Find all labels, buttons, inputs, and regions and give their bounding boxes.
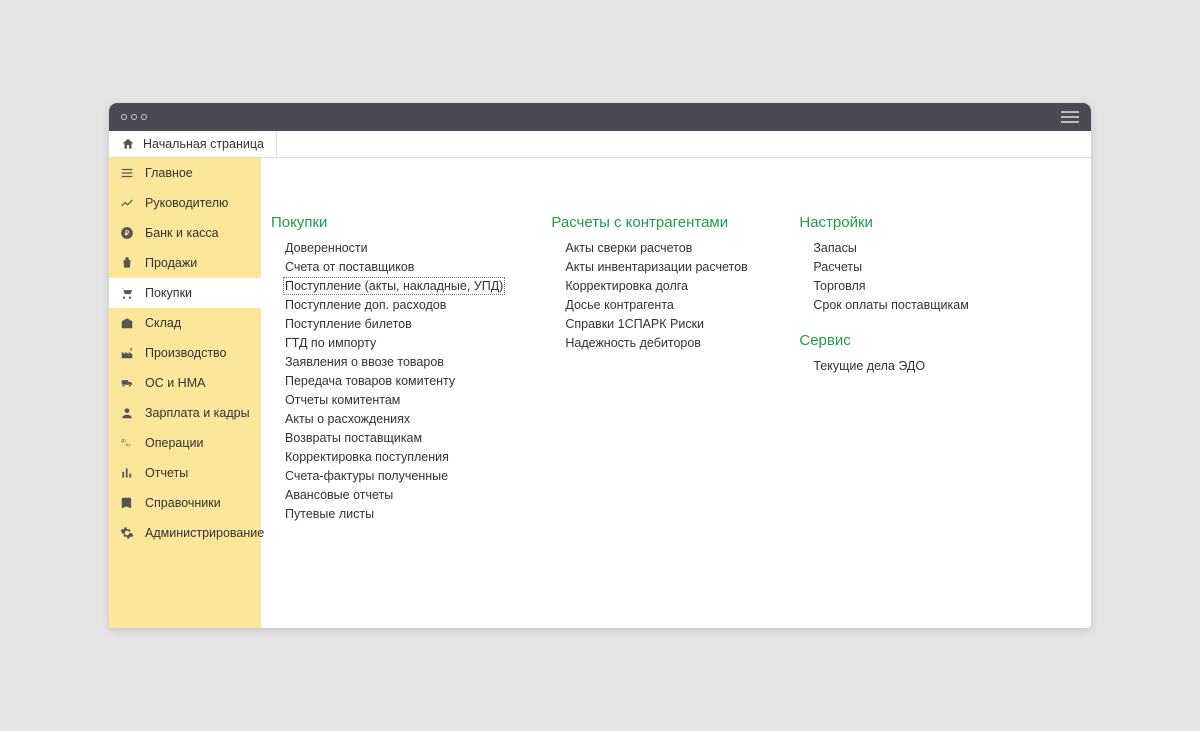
link-item[interactable]: Акты о расхождениях: [285, 412, 503, 426]
home-icon: [121, 137, 135, 151]
link-item[interactable]: Досье контрагента: [565, 298, 751, 312]
link-list: Доверенности Счета от поставщиков Поступ…: [271, 241, 503, 521]
section-settlements: Расчеты с контрагентами Акты сверки расч…: [551, 214, 751, 350]
link-item[interactable]: Запасы: [813, 241, 999, 255]
window-dot-icon: [131, 114, 137, 120]
link-item[interactable]: Счета от поставщиков: [285, 260, 503, 274]
sidebar-item-reports[interactable]: Отчеты: [109, 458, 261, 488]
link-item[interactable]: Передача товаров комитенту: [285, 374, 503, 388]
column-purchases: Покупки Доверенности Счета от поставщико…: [271, 214, 503, 521]
link-item[interactable]: Возвраты поставщикам: [285, 431, 503, 445]
app-window: Начальная страница Главное Руководителю …: [109, 103, 1091, 628]
sidebar-item-manager[interactable]: Руководителю: [109, 188, 261, 218]
link-list: Акты сверки расчетов Акты инвентаризации…: [551, 241, 751, 350]
tab-label: Начальная страница: [143, 137, 264, 151]
book-icon: [119, 495, 135, 511]
sidebar-item-label: Склад: [145, 316, 181, 331]
sidebar-item-label: ОС и НМА: [145, 376, 205, 391]
tabbar: Начальная страница: [109, 131, 1091, 158]
link-item[interactable]: Поступление билетов: [285, 317, 503, 331]
svg-text:Кт: Кт: [126, 443, 132, 448]
sidebar-item-warehouse[interactable]: Склад: [109, 308, 261, 338]
sidebar-item-label: Покупки: [145, 286, 192, 301]
window-dot-icon: [121, 114, 127, 120]
link-item[interactable]: Акты сверки расчетов: [565, 241, 751, 255]
sidebar-item-operations[interactable]: ДтКт Операции: [109, 428, 261, 458]
window-controls[interactable]: [121, 114, 147, 120]
factory-icon: [119, 345, 135, 361]
sidebar-item-label: Продажи: [145, 256, 197, 271]
sidebar-item-main[interactable]: Главное: [109, 158, 261, 188]
sidebar-item-sales[interactable]: Продажи: [109, 248, 261, 278]
link-item[interactable]: Отчеты комитентам: [285, 393, 503, 407]
section-purchases: Покупки Доверенности Счета от поставщико…: [271, 214, 503, 521]
section-title: Сервис: [799, 332, 999, 349]
sidebar-item-directories[interactable]: Справочники: [109, 488, 261, 518]
column-settlements: Расчеты с контрагентами Акты сверки расч…: [551, 214, 751, 350]
link-item[interactable]: Корректировка долга: [565, 279, 751, 293]
cart-icon: [119, 285, 135, 301]
sidebar-item-label: Операции: [145, 436, 203, 451]
sidebar-item-label: Руководителю: [145, 196, 228, 211]
link-item[interactable]: ГТД по импорту: [285, 336, 503, 350]
section-title: Покупки: [271, 214, 503, 231]
link-item[interactable]: Доверенности: [285, 241, 503, 255]
link-item[interactable]: Авансовые отчеты: [285, 488, 503, 502]
menu-button[interactable]: [1061, 111, 1079, 123]
bag-icon: [119, 255, 135, 271]
link-list: Запасы Расчеты Торговля Срок оплаты пост…: [799, 241, 999, 312]
gear-icon: [119, 525, 135, 541]
content: Покупки Доверенности Счета от поставщико…: [261, 158, 1091, 628]
trend-icon: [119, 195, 135, 211]
link-item[interactable]: Счета-фактуры полученные: [285, 469, 503, 483]
sidebar: Главное Руководителю ₽ Банк и касса Прод…: [109, 158, 261, 628]
sidebar-item-label: Администрирование: [145, 526, 264, 541]
sidebar-item-purchases[interactable]: Покупки: [109, 278, 261, 308]
link-item[interactable]: Справки 1СПАРК Риски: [565, 317, 751, 331]
section-title: Расчеты с контрагентами: [551, 214, 751, 231]
link-item[interactable]: Акты инвентаризации расчетов: [565, 260, 751, 274]
link-item-receipts[interactable]: Поступление (акты, накладные, УПД): [285, 279, 503, 293]
link-item[interactable]: Путевые листы: [285, 507, 503, 521]
truck-icon: [119, 375, 135, 391]
sidebar-item-label: Банк и касса: [145, 226, 219, 241]
link-item[interactable]: Корректировка поступления: [285, 450, 503, 464]
column-right: Настройки Запасы Расчеты Торговля Срок о…: [799, 214, 999, 373]
window-dot-icon: [141, 114, 147, 120]
link-item[interactable]: Заявления о ввозе товаров: [285, 355, 503, 369]
link-item[interactable]: Текущие дела ЭДО: [813, 359, 999, 373]
sidebar-item-assets[interactable]: ОС и НМА: [109, 368, 261, 398]
sidebar-item-admin[interactable]: Администрирование: [109, 518, 261, 548]
link-list: Текущие дела ЭДО: [799, 359, 999, 373]
sidebar-item-bank[interactable]: ₽ Банк и касса: [109, 218, 261, 248]
sidebar-item-label: Отчеты: [145, 466, 188, 481]
section-title: Настройки: [799, 214, 999, 231]
link-item[interactable]: Торговля: [813, 279, 999, 293]
link-item[interactable]: Срок оплаты поставщикам: [813, 298, 999, 312]
svg-text:₽: ₽: [125, 229, 130, 237]
link-item[interactable]: Расчеты: [813, 260, 999, 274]
ruble-icon: ₽: [119, 225, 135, 241]
link-item[interactable]: Поступление доп. расходов: [285, 298, 503, 312]
chart-icon: [119, 465, 135, 481]
sidebar-item-label: Главное: [145, 166, 193, 181]
link-item[interactable]: Надежность дебиторов: [565, 336, 751, 350]
sidebar-item-label: Производство: [145, 346, 227, 361]
sidebar-item-salary[interactable]: Зарплата и кадры: [109, 398, 261, 428]
operations-icon: ДтКт: [119, 435, 135, 451]
section-service: Сервис Текущие дела ЭДО: [799, 332, 999, 373]
section-settings: Настройки Запасы Расчеты Торговля Срок о…: [799, 214, 999, 312]
body: Главное Руководителю ₽ Банк и касса Прод…: [109, 158, 1091, 628]
sidebar-item-label: Справочники: [145, 496, 221, 511]
tab-home[interactable]: Начальная страница: [109, 131, 277, 157]
person-icon: [119, 405, 135, 421]
sidebar-item-production[interactable]: Производство: [109, 338, 261, 368]
warehouse-icon: [119, 315, 135, 331]
list-icon: [119, 165, 135, 181]
titlebar: [109, 103, 1091, 131]
sidebar-item-label: Зарплата и кадры: [145, 406, 250, 421]
